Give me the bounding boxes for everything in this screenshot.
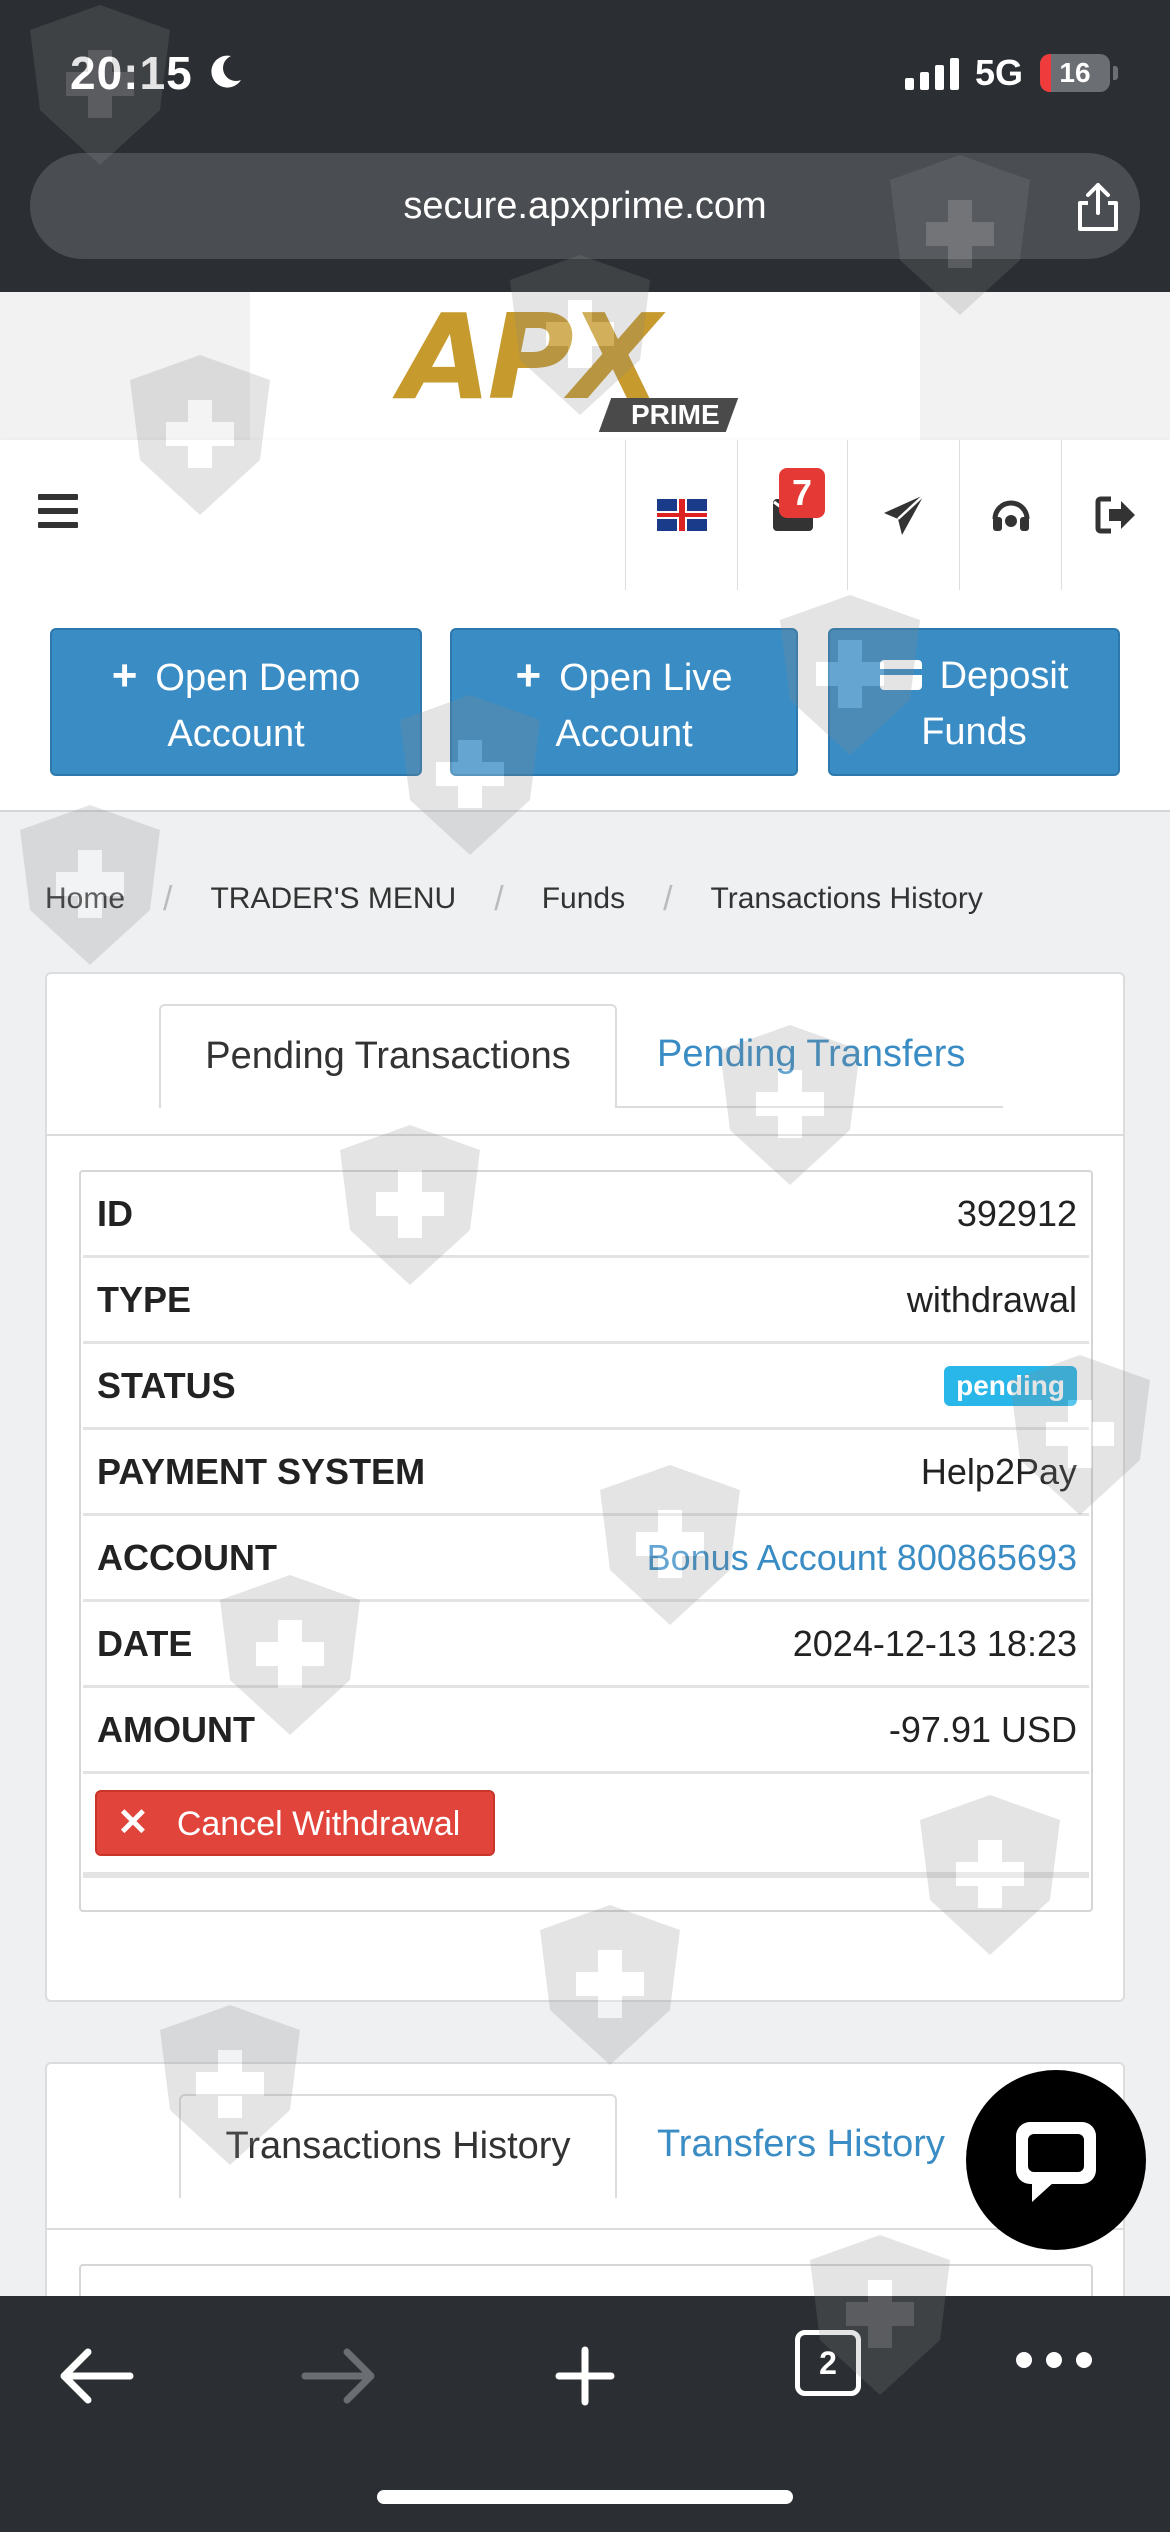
signal-icon (905, 56, 959, 90)
tab-underline (617, 1106, 1003, 1108)
chat-bubble-icon (1016, 2122, 1096, 2202)
deposit-label: Deposit Funds (921, 655, 1069, 753)
menu-icon[interactable] (38, 494, 78, 534)
tab-transactions-history[interactable]: Transactions History (179, 2094, 617, 2198)
battery-nub (1113, 66, 1118, 80)
table-row: DATE 2024-12-13 18:23 (83, 1602, 1089, 1688)
url-text: secure.apxprime.com (403, 185, 767, 227)
open-live-label: Open Live Account (555, 657, 733, 755)
status-time: 20:15 (70, 47, 193, 99)
close-icon: ✕ (117, 1802, 149, 1844)
network-type: 5G (975, 52, 1024, 93)
language-button[interactable] (625, 440, 737, 590)
tab-transfers-history[interactable]: Transfers History (657, 2094, 945, 2196)
forward-arrow-icon[interactable] (295, 2336, 385, 2416)
row-value: Help2Pay (920, 1450, 1077, 1492)
breadcrumb-home[interactable]: Home (45, 882, 125, 916)
browser-top-bar: 20:15 5G 16 secure.apxprime.com (0, 0, 1170, 292)
breadcrumb-funds[interactable]: Funds (542, 882, 625, 916)
more-menu-icon[interactable] (1016, 2352, 1092, 2368)
tab-pending-transactions[interactable]: Pending Transactions (159, 1004, 617, 1108)
battery-level: 16 (1059, 57, 1091, 88)
breadcrumb-separator: / (663, 879, 673, 918)
table-row: PAYMENT SYSTEM Help2Pay (83, 1430, 1089, 1516)
status-badge: pending (944, 1365, 1077, 1406)
row-value: -97.91 USD (888, 1708, 1077, 1750)
open-demo-label: Open Demo Account (155, 657, 361, 755)
cancel-withdrawal-button[interactable]: ✕ Cancel Withdrawal (95, 1790, 495, 1856)
open-demo-account-button[interactable]: + Open Demo Account (50, 628, 422, 776)
table-divider (83, 1872, 1089, 1878)
row-key: PAYMENT SYSTEM (97, 1450, 426, 1492)
cancel-withdrawal-label: Cancel Withdrawal (176, 1805, 461, 1843)
pending-transaction-table: ID 392912 TYPE withdrawal STATUS pending… (79, 1170, 1093, 1912)
send-button[interactable] (847, 440, 959, 590)
chat-button[interactable] (966, 2070, 1146, 2250)
row-value: 392912 (956, 1192, 1077, 1234)
home-indicator (377, 2490, 793, 2504)
plus-icon: + (111, 651, 138, 700)
row-key: ACCOUNT (97, 1536, 277, 1578)
tabs-count-button[interactable]: 2 (795, 2330, 861, 2396)
pending-tabs: Pending Transactions Pending Transfers (47, 974, 1123, 1136)
moon-icon (211, 55, 241, 88)
share-icon[interactable] (1070, 179, 1126, 235)
open-live-account-button[interactable]: + Open Live Account (450, 628, 798, 776)
breadcrumb-traders-menu[interactable]: TRADER'S MENU (210, 882, 456, 916)
tab-pending-transfers[interactable]: Pending Transfers (657, 1004, 965, 1106)
url-bar[interactable]: secure.apxprime.com (30, 153, 1140, 259)
row-key: AMOUNT (97, 1708, 255, 1750)
breadcrumb-separator: / (163, 879, 173, 918)
row-key: DATE (97, 1622, 193, 1664)
back-arrow-icon[interactable] (50, 2336, 140, 2416)
account-link[interactable]: Bonus Account 800865693 (647, 1537, 1077, 1579)
support-button[interactable] (959, 440, 1061, 590)
brand-logo-sub: PRIME (598, 398, 738, 432)
row-key: STATUS (97, 1364, 236, 1406)
table-row: ID 392912 (83, 1172, 1089, 1258)
table-row: TYPE withdrawal (83, 1258, 1089, 1344)
pending-panel: Pending Transactions Pending Transfers I… (45, 972, 1125, 2002)
logout-button[interactable] (1061, 440, 1170, 590)
breadcrumb-separator: / (494, 879, 504, 918)
credit-card-icon (879, 660, 922, 690)
action-buttons: + Open Demo Account + Open Live Account De… (0, 590, 1170, 812)
uk-flag-icon (656, 499, 707, 531)
deposit-funds-button[interactable]: Deposit Funds (828, 628, 1120, 776)
notification-badge: 7 (779, 468, 825, 518)
table-row: AMOUNT -97.91 USD (83, 1688, 1089, 1774)
new-tab-icon[interactable] (540, 2336, 630, 2416)
row-value: withdrawal (906, 1278, 1077, 1320)
row-value: 2024-12-13 18:23 (792, 1622, 1077, 1664)
breadcrumb-current: Transactions History (710, 882, 983, 915)
headset-icon (992, 500, 1029, 531)
battery-icon: 16 (1040, 54, 1110, 92)
top-navbar (0, 440, 1170, 590)
table-row: ACCOUNT Bonus Account 800865693 (83, 1516, 1089, 1602)
logo-banner: APX PRIME (0, 292, 1170, 440)
paper-plane-icon (883, 494, 925, 535)
logout-icon (1095, 496, 1135, 534)
history-tabs: Transactions History Transfers History (47, 2064, 1123, 2230)
plus-icon: + (515, 651, 542, 700)
row-key: TYPE (97, 1278, 192, 1320)
logo-container[interactable]: APX PRIME (250, 292, 920, 440)
breadcrumb: Home / TRADER'S MENU / Funds / Transacti… (45, 874, 983, 924)
row-key: ID (97, 1192, 133, 1234)
table-row: STATUS pending (83, 1344, 1089, 1430)
status-bar: 20:15 5G 16 (0, 0, 1170, 150)
